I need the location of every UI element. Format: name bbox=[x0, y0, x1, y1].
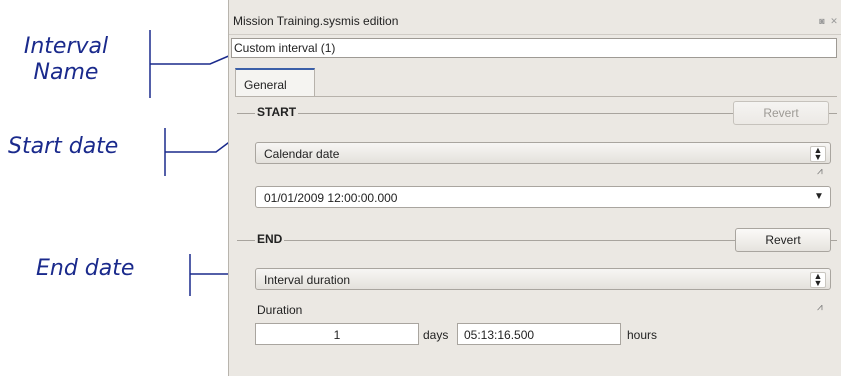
annotation-end-date-text: End date bbox=[36, 256, 135, 281]
duration-hours-input[interactable]: 05:13:16.500 bbox=[457, 323, 621, 345]
start-date-type-value: Calendar date bbox=[264, 147, 340, 161]
start-revert-button[interactable]: Revert bbox=[733, 101, 829, 125]
end-section-title: END bbox=[255, 232, 285, 246]
duration-days-input[interactable]: 1 bbox=[255, 323, 419, 345]
start-section-title: START bbox=[255, 105, 299, 119]
annotation-end-date: End date bbox=[36, 256, 134, 282]
up-down-arrows-icon: ▲ ▼ bbox=[810, 272, 826, 288]
waveform-icon[interactable]: ⩘ bbox=[817, 302, 831, 313]
tab-underline bbox=[235, 96, 837, 97]
end-date-type-select[interactable]: Interval duration ▲ ▼ bbox=[255, 268, 831, 290]
end-revert-button[interactable]: Revert bbox=[735, 228, 831, 252]
days-unit-label: days bbox=[423, 328, 449, 342]
tab-general[interactable]: General bbox=[235, 68, 315, 96]
start-date-combobox[interactable]: 01/01/2009 12:00:00.000 ▼ bbox=[255, 186, 831, 208]
annotation-start-date: Start date bbox=[8, 134, 118, 160]
close-icon[interactable]: ✕ bbox=[829, 16, 839, 26]
interval-connector bbox=[150, 51, 239, 65]
waveform-icon[interactable]: ⩘ bbox=[817, 166, 831, 177]
annotation-interval-name-text: Interval Name bbox=[23, 34, 109, 85]
duration-label: Duration bbox=[257, 303, 303, 317]
start-date-value: 01/01/2009 12:00:00.000 bbox=[264, 191, 398, 205]
chevron-down-icon[interactable]: ▼ bbox=[812, 190, 826, 204]
window-titlebar: Mission Training.sysmis edition ◙ ✕ bbox=[229, 10, 841, 35]
window-title: Mission Training.sysmis edition bbox=[233, 14, 399, 28]
annotation-start-date-text: Start date bbox=[8, 134, 119, 159]
up-down-arrows-icon: ▲ ▼ bbox=[810, 146, 826, 162]
end-date-type-value: Interval duration bbox=[264, 273, 351, 287]
hours-unit-label: hours bbox=[627, 328, 658, 342]
interval-name-input[interactable]: Custom interval (1) bbox=[231, 38, 837, 58]
mission-window: Mission Training.sysmis edition ◙ ✕ Cust… bbox=[228, 0, 841, 376]
detach-icon[interactable]: ◙ bbox=[817, 16, 827, 26]
annotation-interval-name: Interval Name bbox=[2, 34, 130, 86]
start-date-type-select[interactable]: Calendar date ▲ ▼ bbox=[255, 142, 831, 164]
